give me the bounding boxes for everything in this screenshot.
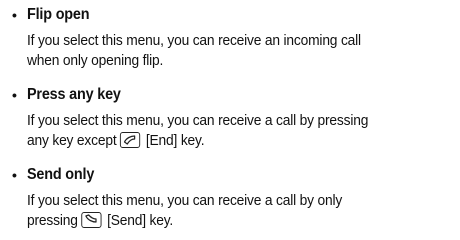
description-text: [End] key. bbox=[142, 132, 205, 149]
description-line: pressing [Send] key. bbox=[27, 211, 413, 231]
option-heading: • Flip open bbox=[0, 3, 460, 27]
description-text: [Send] key. bbox=[103, 212, 174, 229]
option-heading: • Press any key bbox=[0, 83, 460, 107]
send-key-icon bbox=[81, 212, 102, 228]
bullet: • bbox=[12, 7, 17, 23]
description-line: If you select this menu, you can receive… bbox=[27, 192, 343, 209]
description-line: when only opening flip. bbox=[27, 52, 164, 69]
option-description: If you select this menu, you can receive… bbox=[27, 31, 413, 71]
option-title: Send only bbox=[27, 166, 95, 183]
end-key-icon bbox=[120, 132, 141, 148]
option-flip-open: • Flip open If you select this menu, you… bbox=[0, 3, 460, 69]
option-title: Flip open bbox=[27, 6, 90, 23]
bullet: • bbox=[12, 167, 17, 183]
option-send-only: • Send only If you select this menu, you… bbox=[0, 163, 460, 229]
option-description: If you select this menu, you can receive… bbox=[27, 111, 413, 151]
option-description: If you select this menu, you can receive… bbox=[27, 191, 413, 231]
description-text: any key except bbox=[27, 132, 121, 149]
option-press-any-key: • Press any key If you select this menu,… bbox=[0, 83, 460, 149]
description-text: pressing bbox=[27, 212, 82, 229]
description-line: If you select this menu, you can receive… bbox=[27, 112, 369, 129]
description-line: If you select this menu, you can receive… bbox=[27, 32, 361, 49]
document-page: • Flip open If you select this menu, you… bbox=[0, 0, 460, 240]
description-line: any key except [End] key. bbox=[27, 131, 413, 151]
option-title: Press any key bbox=[27, 86, 121, 103]
bullet: • bbox=[12, 87, 17, 103]
option-heading: • Send only bbox=[0, 163, 460, 187]
